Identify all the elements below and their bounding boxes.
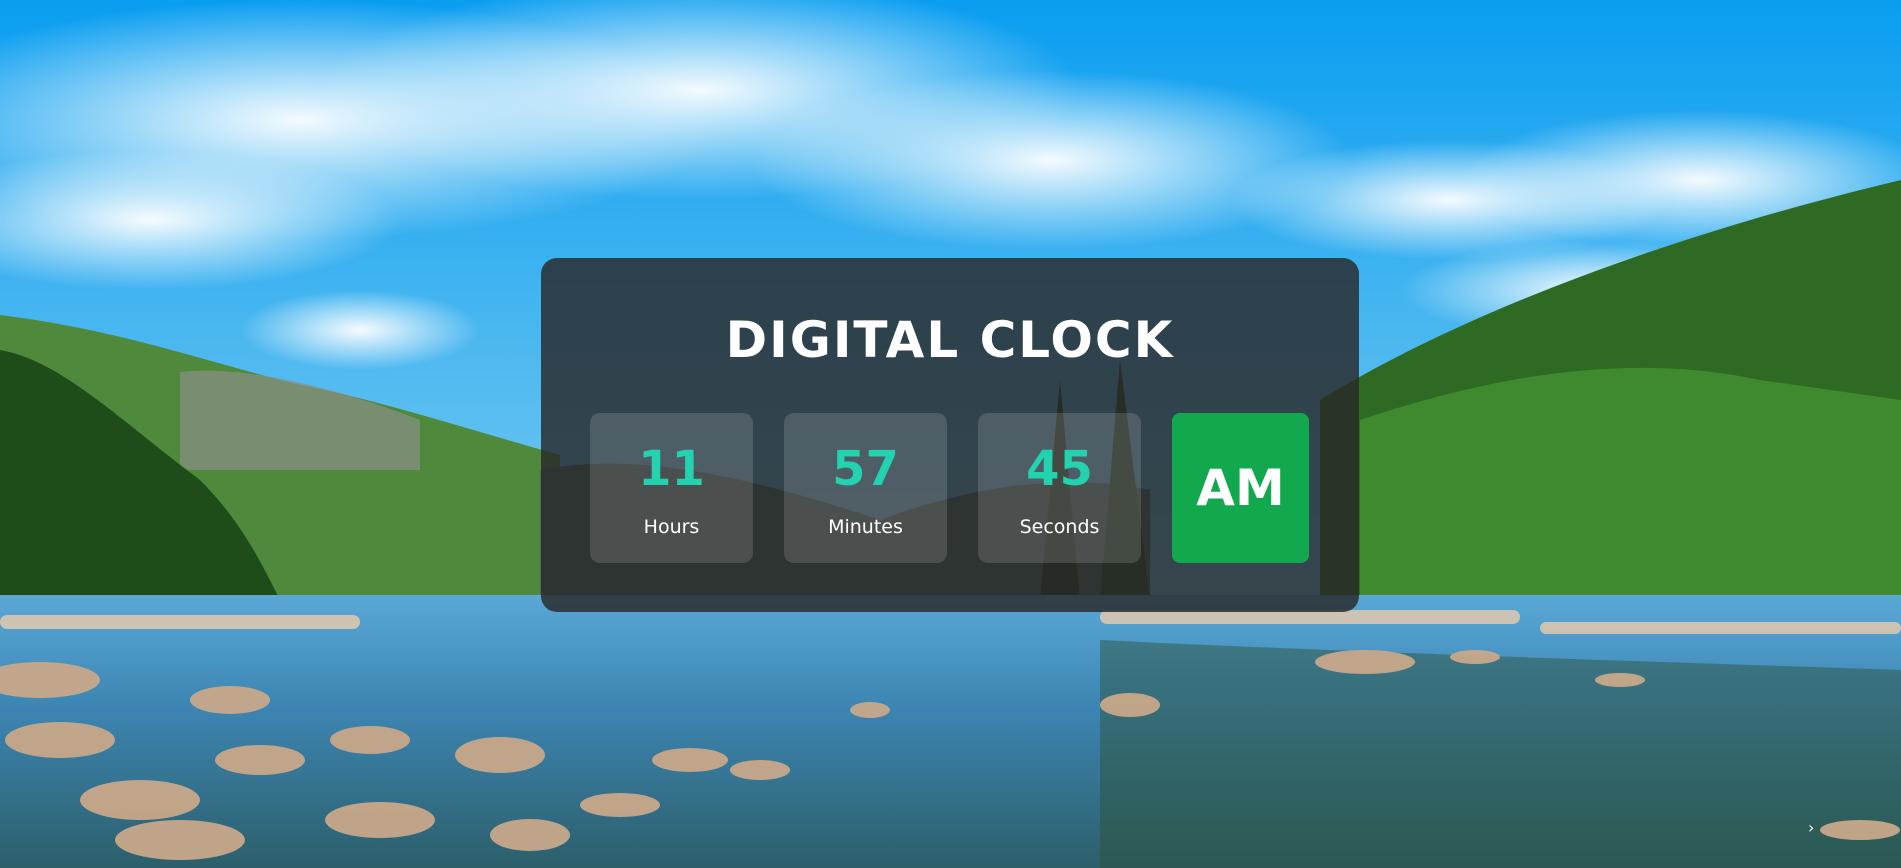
- hours-tile: 11 Hours: [590, 413, 753, 563]
- hours-label: Hours: [643, 516, 700, 538]
- digital-clock-card: DIGITAL CLOCK 11 Hours 57 Minutes 45 Sec…: [541, 258, 1359, 612]
- minutes-label: Minutes: [828, 516, 903, 538]
- seconds-tile: 45 Seconds: [978, 413, 1141, 563]
- seconds-value: 45: [1026, 441, 1093, 497]
- minutes-tile: 57 Minutes: [784, 413, 947, 563]
- chevron-right-icon: ›: [1808, 818, 1815, 837]
- am-pm-indicator: AM: [1172, 413, 1309, 563]
- clock-title: DIGITAL CLOCK: [725, 311, 1175, 369]
- minutes-value: 57: [832, 441, 899, 497]
- hours-value: 11: [638, 441, 705, 497]
- app-background: DIGITAL CLOCK 11 Hours 57 Minutes 45 Sec…: [0, 0, 1901, 868]
- seconds-label: Seconds: [1019, 516, 1100, 538]
